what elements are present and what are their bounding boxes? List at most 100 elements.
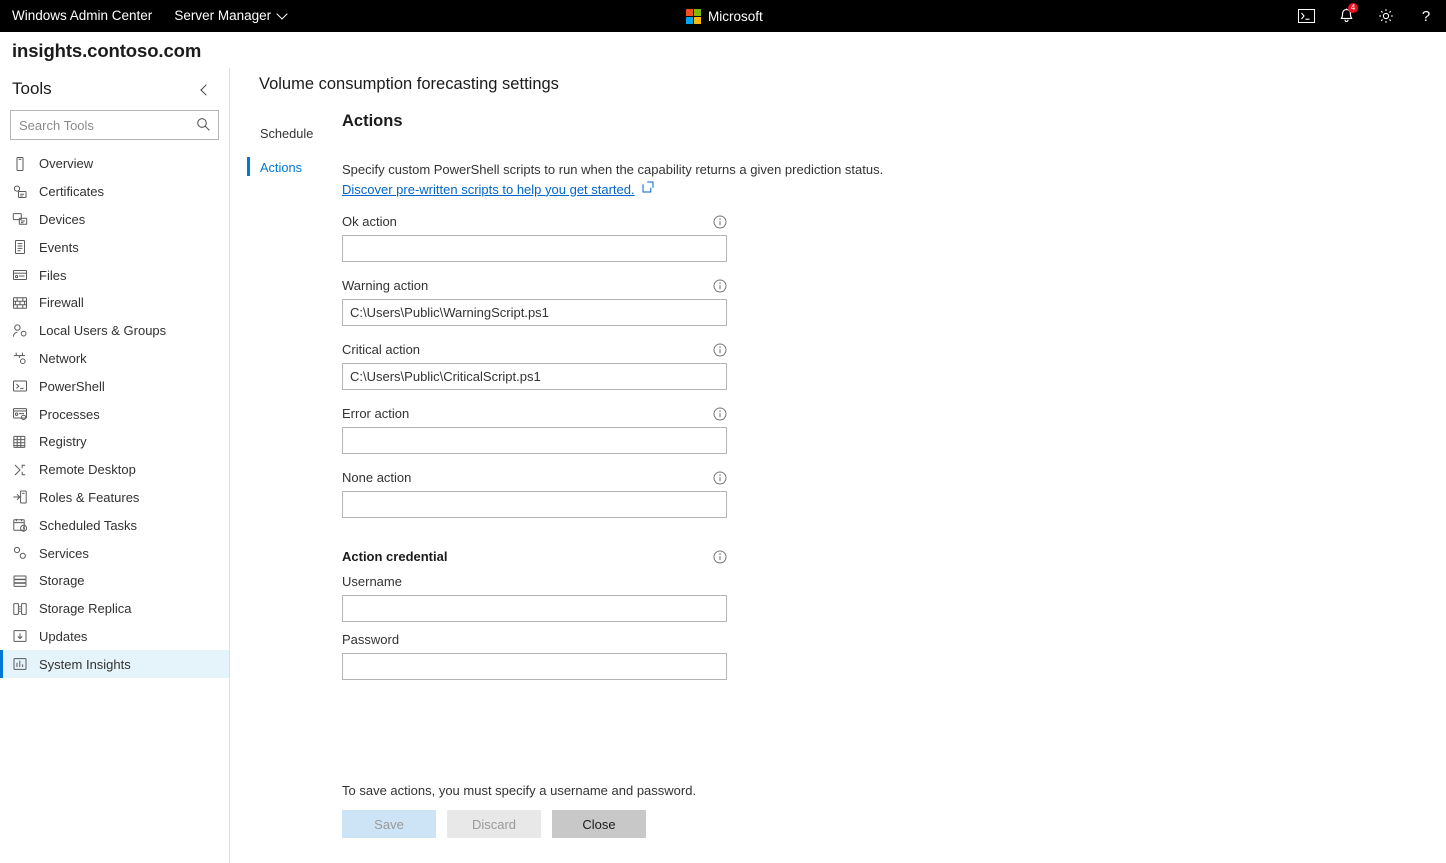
search-box[interactable] [10,110,219,140]
main-content: Volume consumption forecasting settings … [230,68,1446,863]
sidebar-item-roles-features[interactable]: Roles & Features [0,484,229,512]
settings-gear-icon[interactable] [1366,0,1406,32]
notification-badge-count: 4 [1348,3,1358,13]
sidebar-item-label: Devices [39,211,86,227]
sidebar-item-registry[interactable]: Registry [0,428,229,456]
sidebar-item-label: Scheduled Tasks [39,517,138,533]
sidebar-item-scheduled-tasks[interactable]: Scheduled Tasks [0,511,229,539]
sidebar-item-label: Local Users & Groups [39,323,167,339]
firewall-icon [12,295,28,311]
info-icon[interactable] [713,407,727,421]
sidebar-item-label: Events [39,239,79,255]
none-action-label: None action [342,470,412,485]
sidebar-item-label: PowerShell [39,378,105,394]
tools-sidebar: Tools Overview Certificates Devices Events F… [0,68,230,863]
sidebar-item-devices[interactable]: Devices [0,206,229,234]
tab-label: Actions [260,159,302,175]
info-icon[interactable] [713,343,727,357]
none-action-header: None action [342,470,727,485]
critical-action-label: Critical action [342,342,421,357]
ok-action-header: Ok action [342,214,727,229]
search-input[interactable] [11,111,218,139]
warning-action-input[interactable] [342,299,727,326]
microsoft-wordmark: Microsoft [708,8,763,24]
settings-tab-list: Schedule Actions [236,116,336,184]
system-insights-icon [12,656,28,672]
info-icon[interactable] [713,550,727,564]
sidebar-item-overview[interactable]: Overview [0,150,229,178]
app-title[interactable]: Windows Admin Center [0,0,164,32]
action-credential-label: Action credential [342,549,448,564]
updates-icon [12,628,28,644]
none-action-field: None action [342,470,902,518]
network-icon [12,350,28,366]
sidebar-item-label: Files [39,267,67,283]
info-icon[interactable] [713,215,727,229]
powershell-icon [12,378,28,394]
files-icon [12,267,28,283]
save-requirement-note: To save actions, you must specify a user… [342,783,697,798]
devices-icon [12,211,28,227]
sidebar-item-storage-replica[interactable]: Storage Replica [0,595,229,623]
action-credential-section: Action credential Username Password [342,549,902,680]
ok-action-field: Ok action [342,214,902,262]
error-action-label: Error action [342,406,410,421]
tab-actions[interactable]: Actions [236,150,336,184]
sidebar-item-certificates[interactable]: Certificates [0,178,229,206]
sidebar-item-label: Network [39,350,87,366]
none-action-input[interactable] [342,491,727,518]
sidebar-item-label: Remote Desktop [39,462,136,478]
critical-action-header: Critical action [342,342,727,357]
sidebar-item-label: Firewall [39,295,84,311]
sidebar-header: Tools [0,68,229,106]
username-input[interactable] [342,595,727,622]
info-icon[interactable] [713,471,727,485]
powershell-console-icon[interactable] [1286,0,1326,32]
action-fields-group: Ok action Warning action Critical action Er… [342,214,902,518]
chevron-left-icon[interactable] [193,78,215,100]
solution-label: Server Manager [174,8,272,23]
help-question-icon[interactable]: ? [1406,0,1446,32]
sidebar-item-powershell[interactable]: PowerShell [0,372,229,400]
notifications-bell-icon[interactable]: 4 [1326,0,1366,32]
sidebar-item-label: Storage Replica [39,601,132,617]
action-credential-header: Action credential [342,549,727,564]
discover-scripts-link[interactable]: Discover pre-written scripts to help you… [342,182,635,197]
ok-action-input[interactable] [342,235,727,262]
users-groups-icon [12,323,28,339]
sidebar-item-remote-desktop[interactable]: Remote Desktop [0,456,229,484]
search-icon [196,117,211,137]
sidebar-item-storage[interactable]: Storage [0,567,229,595]
sidebar-item-label: Storage [39,573,85,589]
svg-text:?: ? [1422,8,1430,24]
sidebar-item-files[interactable]: Files [0,261,229,289]
save-button: Save [342,810,436,838]
tab-schedule[interactable]: Schedule [236,116,336,150]
solution-selector[interactable]: Server Manager [164,0,297,32]
error-action-input[interactable] [342,427,727,454]
sidebar-item-label: Registry [39,434,87,450]
open-in-new-icon[interactable] [642,180,654,198]
info-icon[interactable] [713,279,727,293]
sidebar-item-updates[interactable]: Updates [0,623,229,651]
error-action-header: Error action [342,406,727,421]
sidebar-search-wrap [0,106,229,148]
critical-action-input[interactable] [342,363,727,390]
discard-button: Discard [447,810,541,838]
sidebar-item-events[interactable]: Events [0,233,229,261]
topbar-left-group: Windows Admin Center Server Manager [0,0,297,32]
warning-action-header: Warning action [342,278,727,293]
registry-icon [12,434,28,450]
sidebar-item-local-users-groups[interactable]: Local Users & Groups [0,317,229,345]
chevron-down-icon [278,10,287,19]
sidebar-item-network[interactable]: Network [0,345,229,373]
microsoft-logo: Microsoft [686,0,763,32]
sidebar-item-firewall[interactable]: Firewall [0,289,229,317]
sidebar-item-system-insights[interactable]: System Insights [0,650,229,679]
close-button[interactable]: Close [552,810,646,838]
storage-icon [12,573,28,589]
sidebar-item-services[interactable]: Services [0,539,229,567]
sidebar-item-processes[interactable]: Processes [0,400,229,428]
sidebar-item-label: Updates [39,628,88,644]
password-input[interactable] [342,653,727,680]
